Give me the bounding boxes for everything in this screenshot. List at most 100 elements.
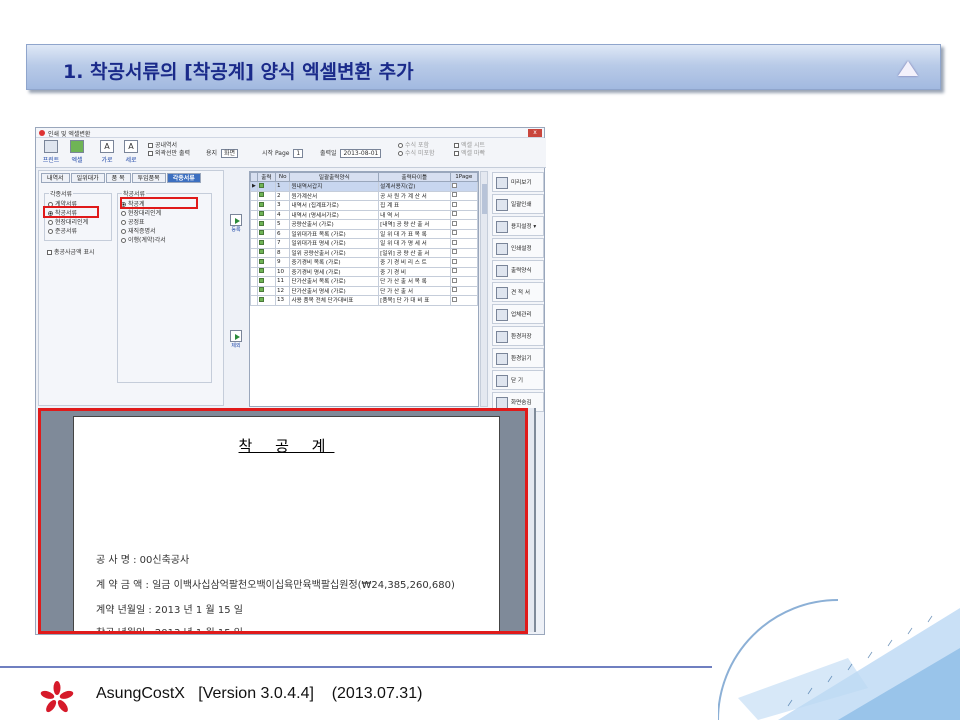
triangle-icon [898, 61, 918, 76]
landscape-button[interactable]: A 가로 [96, 140, 118, 166]
row-form: 공량산출서 (가로) [289, 219, 380, 230]
onepage-checkbox[interactable] [449, 228, 478, 239]
output-checkbox[interactable] [256, 181, 277, 192]
footer-divider [0, 666, 712, 668]
remove-button[interactable]: 제외 [229, 330, 243, 352]
output-checkbox[interactable] [256, 257, 277, 268]
onepage-checkbox[interactable] [449, 266, 478, 277]
output-checkbox[interactable] [256, 190, 277, 201]
output-checkbox[interactable] [256, 247, 277, 258]
row-title: 중 기 경 비 [378, 266, 451, 277]
radio-site-agent[interactable]: 현장대리인계 [121, 209, 208, 218]
onepage-checkbox[interactable] [449, 209, 478, 220]
menu-item[interactable]: 용지설정 ▾ [492, 216, 544, 236]
arrow-right-icon [230, 214, 242, 226]
output-checkbox[interactable] [256, 285, 277, 296]
onepage-checkbox[interactable] [449, 200, 478, 211]
onepage-checkbox[interactable] [449, 276, 478, 287]
table-row[interactable]: 8 일위 공량산출서 (가로) [일위] 공 량 산 출 서 [250, 247, 478, 258]
menu-item[interactable]: 미리보기 [492, 172, 544, 192]
col-form[interactable]: 일괄출력양식 [289, 172, 380, 182]
start-page-field[interactable]: 시작 Page 1 [262, 148, 304, 158]
tab-input-items[interactable]: 투입품목 [131, 173, 166, 183]
add-button[interactable]: 등록 [229, 214, 243, 236]
onepage-checkbox[interactable] [449, 219, 478, 230]
print-date-field[interactable]: 출력일 2013-08-01 [320, 148, 382, 158]
excel-options: 엑셀 시트 엑셀 마빡 [454, 142, 485, 158]
table-row[interactable]: 13 사용 품목 전체 단가대비표 [품목] 단 가 대 비 표 [250, 295, 478, 306]
tab-estimate[interactable]: 내역서 [41, 173, 70, 183]
excel-button[interactable]: 엑셀 [66, 140, 88, 166]
col-title[interactable]: 출력타이틀 [378, 172, 451, 182]
portrait-button[interactable]: A 세로 [120, 140, 142, 166]
output-checkbox[interactable] [256, 209, 277, 220]
col-1page[interactable]: 1Page [449, 172, 478, 182]
menu-item[interactable]: 환경읽기 [492, 348, 544, 368]
onepage-checkbox[interactable] [449, 285, 478, 296]
onepage-checkbox[interactable] [449, 247, 478, 258]
radio-performance-pledge[interactable]: 이행(계약)각서 [121, 236, 208, 245]
radio-agent-docs[interactable]: 현장대리인계 [48, 218, 108, 227]
outline-only-checkbox[interactable]: 외곽선만 출력 [148, 150, 190, 158]
output-checkbox[interactable] [256, 295, 277, 306]
output-checkbox[interactable] [256, 200, 277, 211]
output-checkbox[interactable] [256, 238, 277, 249]
formula-exclude-radio[interactable]: 수식 미포함 [398, 150, 435, 158]
output-checkbox[interactable] [256, 228, 277, 239]
onepage-checkbox[interactable] [449, 181, 478, 192]
output-checkbox[interactable] [256, 219, 277, 230]
tab-documents[interactable]: 각종서류 [166, 173, 201, 183]
row-indicator [250, 266, 258, 277]
col-output[interactable]: 출력 [256, 172, 277, 182]
table-row[interactable]: 10 중기경비 명세 (가로) 중 기 경 비 [250, 266, 478, 277]
output-checkbox[interactable] [256, 276, 277, 287]
onepage-checkbox[interactable] [449, 295, 478, 306]
table-row[interactable]: 9 중기경비 목록 (가로) 중 기 경 비 리 스 트 [250, 257, 478, 268]
radio-schedule[interactable]: 공정표 [121, 218, 208, 227]
menu-item[interactable]: 일괄인쇄 [492, 194, 544, 214]
tab-items[interactable]: 품 목 [105, 173, 131, 183]
table-row[interactable]: 2 원가계산서 공 사 원 가 계 산 서 [250, 190, 478, 201]
table-row[interactable]: ▶ 1 원내역서갑지 설계서용지(갑) [250, 181, 478, 192]
row-indicator [250, 228, 258, 239]
left-panel: 내역서 일위대가 품 목 투입품목 각종서류 각종서류 계약서류 착공서류 현장대리인계… [38, 170, 224, 406]
menu-item[interactable]: 환경저장 [492, 326, 544, 346]
row-title: [일위] 공 량 산 출 서 [378, 247, 451, 258]
paper-select[interactable]: 용지 화면 [206, 148, 239, 158]
row-no: 4 [274, 209, 291, 220]
row-title: 일 위 대 가 명 세 서 [378, 238, 451, 249]
excel-exit-checkbox[interactable]: 엑셀 마빡 [454, 150, 485, 158]
radio-employment-cert[interactable]: 재직증명서 [121, 227, 208, 236]
excel-sheet-checkbox[interactable]: 엑셀 시트 [454, 142, 485, 150]
table-row[interactable]: 6 일위대가표 목록 (가로) 일 위 대 가 표 목 록 [250, 228, 478, 239]
menu-item-icon [496, 353, 508, 365]
menu-item-label: 일괄인쇄 [511, 202, 532, 208]
row-indicator [250, 247, 258, 258]
total-amount-checkbox[interactable]: 총공사금액 표시 [47, 247, 95, 256]
table-row[interactable]: 5 공량산출서 (가로) [내역] 공 량 산 출 서 [250, 219, 478, 230]
menu-item[interactable]: 인쇄설정 [492, 238, 544, 258]
radio-completion-docs[interactable]: 준공서류 [48, 227, 108, 236]
menu-item[interactable]: 출력양식 [492, 260, 544, 280]
onepage-checkbox[interactable] [449, 190, 478, 201]
menu-item[interactable]: 닫 기 [492, 370, 544, 390]
grid-scrollbar[interactable] [480, 171, 488, 407]
table-row[interactable]: 7 일위대가표 명세 (가로) 일 위 대 가 명 세 서 [250, 238, 478, 249]
table-row[interactable]: 3 내역서 (집계표가로) 집 계 표 [250, 200, 478, 211]
onepage-checkbox[interactable] [449, 257, 478, 268]
blank-internal-checkbox[interactable]: 공내역서 [148, 142, 190, 150]
onepage-checkbox[interactable] [449, 238, 478, 249]
close-button[interactable]: x [528, 129, 542, 137]
menu-item[interactable]: 업체관리 [492, 304, 544, 324]
print-button[interactable]: 프린트 [40, 140, 62, 166]
batch-output-grid: 출력 No 일괄출력양식 출력타이틀 1Page ▶ 1 원내역서갑지 설계서용지(갑… [249, 171, 479, 407]
formula-include-radio[interactable]: 수식 포함 [398, 142, 435, 150]
table-row[interactable]: 12 단가산출서 명세 (가로) 단 가 산 출 서 [250, 285, 478, 296]
tab-unit-price[interactable]: 일위대가 [70, 173, 105, 183]
col-no[interactable]: No [274, 172, 291, 182]
table-row[interactable]: 4 내역서 (명세서가로) 내 역 서 [250, 209, 478, 220]
table-row[interactable]: 11 단가산출서 목록 (가로) 단 가 산 출 서 목 록 [250, 276, 478, 287]
menu-item[interactable]: 견 적 서 [492, 282, 544, 302]
output-checkbox[interactable] [256, 266, 277, 277]
printer-icon [44, 140, 58, 153]
